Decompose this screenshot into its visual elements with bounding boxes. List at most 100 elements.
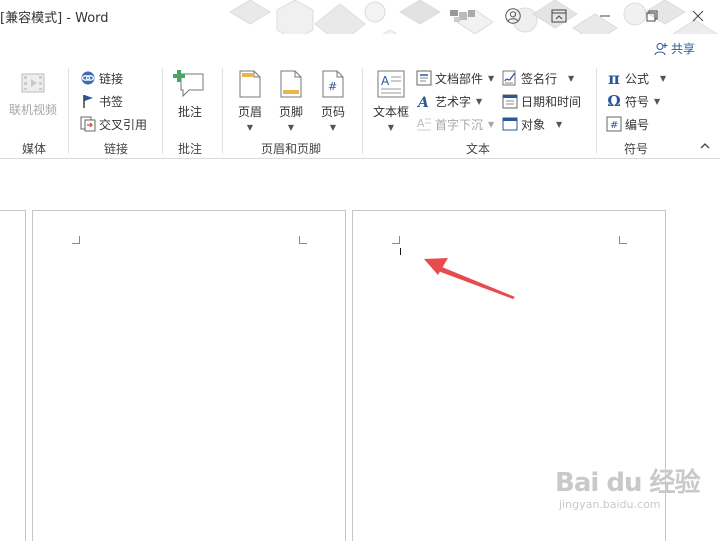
watermark-logo: Bai du 经验 — [555, 468, 700, 498]
wordart-label: 艺术字 — [435, 94, 472, 109]
baidu-jingyan-watermark: Bai du 经验 jingyan.baidu.com — [555, 468, 700, 511]
text-box-dropdown-icon: ▼ — [387, 123, 395, 132]
equation-label: 公式 — [625, 71, 650, 86]
symbol-label: 符号 — [625, 94, 650, 109]
group-label-links: 链接 — [103, 142, 128, 156]
quick-parts-label: 文档部件 — [435, 71, 484, 86]
cross-reference-icon — [80, 116, 96, 132]
group-separator — [162, 68, 163, 154]
equation-button[interactable]: π 公式 ▼ — [606, 68, 666, 88]
object-button[interactable]: 对象 ▼ — [502, 114, 562, 134]
page-number-button[interactable]: # 页码 ▼ — [315, 70, 351, 132]
object-icon — [502, 116, 518, 132]
text-box-button[interactable]: A 文本框 ▼ — [370, 70, 412, 132]
margin-corner-mark — [619, 236, 627, 244]
number-label: 编号 — [625, 117, 650, 132]
wordart-button[interactable]: A 艺术字 ▼ — [416, 91, 482, 111]
new-comment-label: 批注 — [177, 105, 202, 119]
page-number-icon: # — [322, 70, 344, 101]
signature-line-icon — [502, 70, 518, 86]
footer-label: 页脚 — [278, 105, 303, 119]
bookmark-label: 书签 — [99, 94, 124, 109]
date-time-icon — [502, 93, 518, 109]
page-number-dropdown-icon: ▼ — [329, 123, 337, 132]
footer-dropdown-icon: ▼ — [287, 123, 295, 132]
bookmark-button[interactable]: 书签 — [80, 91, 123, 111]
symbol-button[interactable]: Ω 符号 ▼ — [606, 91, 660, 111]
watermark-url: jingyan.baidu.com — [559, 498, 661, 511]
share-label: 共享 — [671, 42, 696, 56]
quick-parts-icon — [416, 70, 432, 86]
document-page[interactable] — [32, 210, 346, 541]
date-time-button[interactable]: 日期和时间 — [502, 91, 581, 111]
link-label: 链接 — [99, 71, 124, 86]
insert-ribbon: 联机视频 媒体 链接 书签 交叉引用 链接 批注 批注 页眉 ▼ 页脚 ▼ # … — [0, 62, 720, 159]
group-label-header-footer: 页眉和页脚 — [260, 142, 321, 156]
equation-dropdown-icon: ▼ — [660, 73, 667, 83]
account-thumbnail[interactable] — [448, 4, 478, 28]
svg-text:A: A — [416, 95, 429, 109]
group-separator — [596, 68, 597, 154]
footer-button[interactable]: 页脚 ▼ — [273, 70, 309, 132]
svg-text:A: A — [381, 74, 390, 88]
red-arrow-annotation — [424, 258, 515, 299]
group-separator — [222, 68, 223, 154]
restore-icon[interactable] — [637, 4, 667, 28]
group-separator — [68, 68, 69, 154]
header-dropdown-icon: ▼ — [246, 123, 254, 132]
video-icon — [20, 70, 46, 99]
document-page-partial[interactable] — [0, 210, 26, 541]
wordart-icon: A — [416, 93, 432, 109]
new-comment-icon — [173, 68, 207, 101]
signature-line-button[interactable]: 签名行 ▼ — [502, 68, 574, 88]
title-bar: [兼容模式] - Word — [0, 0, 720, 34]
share-person-icon — [653, 41, 669, 57]
window-title: [兼容模式] - Word — [0, 11, 109, 26]
collapse-ribbon-icon[interactable] — [700, 142, 710, 153]
user-account-icon[interactable] — [498, 4, 528, 28]
symbol-dropdown-icon: ▼ — [654, 96, 661, 106]
cross-reference-button[interactable]: 交叉引用 — [80, 114, 147, 134]
number-icon: # — [606, 116, 622, 132]
margin-corner-mark — [72, 236, 80, 244]
header-button[interactable]: 页眉 ▼ — [232, 70, 268, 132]
group-label-comments: 批注 — [177, 142, 202, 156]
drop-cap-label: 首字下沉 — [435, 117, 484, 132]
online-video-label: 联机视频 — [8, 103, 57, 117]
ribbon-display-options-icon[interactable] — [544, 4, 574, 28]
close-icon[interactable] — [683, 4, 713, 28]
svg-text:#: # — [328, 80, 337, 93]
margin-corner-mark — [299, 236, 307, 244]
footer-icon — [280, 70, 302, 101]
group-label-text: 文本 — [465, 142, 490, 156]
text-box-icon: A — [377, 70, 405, 101]
text-cursor — [400, 248, 401, 255]
link-button[interactable]: 链接 — [80, 68, 123, 88]
bookmark-flag-icon — [80, 93, 96, 109]
quick-parts-dropdown-icon: ▼ — [488, 73, 495, 83]
number-button[interactable]: # 编号 — [606, 114, 649, 134]
group-label-symbols: 符号 — [623, 142, 648, 156]
header-icon — [239, 70, 261, 101]
online-video-button[interactable]: 联机视频 — [8, 70, 58, 118]
omega-symbol-icon: Ω — [607, 92, 621, 110]
group-label-media: 媒体 — [21, 142, 46, 156]
drop-cap-button: A 首字下沉 ▼ — [416, 114, 494, 134]
svg-text:A: A — [417, 117, 425, 130]
svg-text:#: # — [610, 120, 618, 131]
object-dropdown-icon: ▼ — [556, 119, 563, 129]
wordart-dropdown-icon: ▼ — [476, 96, 483, 106]
header-label: 页眉 — [237, 105, 262, 119]
share-button[interactable]: 共享 — [653, 40, 695, 57]
new-comment-button[interactable]: 批注 — [170, 68, 210, 120]
drop-cap-dropdown-icon: ▼ — [488, 119, 495, 129]
minimize-icon[interactable] — [590, 4, 620, 28]
object-label: 对象 — [521, 117, 546, 132]
signature-line-label: 签名行 — [521, 71, 558, 86]
drop-cap-icon: A — [416, 116, 432, 132]
pi-equation-icon: π — [608, 68, 620, 88]
margin-corner-mark — [392, 236, 400, 244]
link-icon — [80, 70, 96, 86]
text-box-label: 文本框 — [372, 105, 409, 119]
quick-parts-button[interactable]: 文档部件 ▼ — [416, 68, 494, 88]
